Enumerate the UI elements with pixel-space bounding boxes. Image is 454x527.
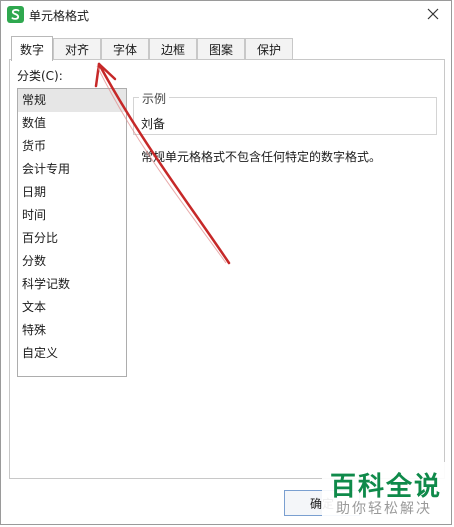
sample-label: 示例 (139, 90, 170, 107)
category-item-number[interactable]: 数值 (18, 112, 126, 135)
tab-protection[interactable]: 保护 (245, 38, 293, 60)
watermark: 百科全说 助你轻松解决 (322, 462, 448, 522)
category-item-fraction[interactable]: 分数 (18, 250, 126, 273)
sample-value: 刘备 (141, 117, 166, 131)
dialog-title: 单元格格式 (29, 9, 90, 23)
tab-pattern[interactable]: 图案 (197, 38, 245, 60)
sample-box (133, 97, 437, 135)
category-item-currency[interactable]: 货币 (18, 135, 126, 158)
category-item-general[interactable]: 常规 (18, 89, 126, 112)
category-item-accounting[interactable]: 会计专用 (18, 158, 126, 181)
category-item-special[interactable]: 特殊 (18, 319, 126, 342)
category-item-time[interactable]: 时间 (18, 204, 126, 227)
tab-number[interactable]: 数字 (11, 36, 53, 61)
category-label: 分类(C): (17, 69, 63, 83)
format-description: 常规单元格格式不包含任何特定的数字格式。 (141, 150, 382, 164)
wps-sheet-icon (7, 6, 24, 23)
category-list[interactable]: 常规 数值 货币 会计专用 日期 时间 百分比 分数 科学记数 文本 特殊 自定… (17, 88, 127, 377)
format-cells-dialog: 单元格格式 数字 对齐 字体 边框 图案 保护 分类(C): 常规 数值 货币 … (0, 0, 452, 525)
close-button[interactable] (421, 3, 445, 25)
category-item-percentage[interactable]: 百分比 (18, 227, 126, 250)
title-bar: 单元格格式 (1, 1, 451, 29)
category-item-scientific[interactable]: 科学记数 (18, 273, 126, 296)
tab-border[interactable]: 边框 (149, 38, 197, 60)
tab-font[interactable]: 字体 (101, 38, 149, 60)
close-icon (427, 8, 439, 20)
category-item-custom[interactable]: 自定义 (18, 342, 126, 365)
category-item-text[interactable]: 文本 (18, 296, 126, 319)
category-item-date[interactable]: 日期 (18, 181, 126, 204)
tab-alignment[interactable]: 对齐 (53, 38, 101, 60)
watermark-subtitle: 助你轻松解决 (336, 501, 432, 517)
